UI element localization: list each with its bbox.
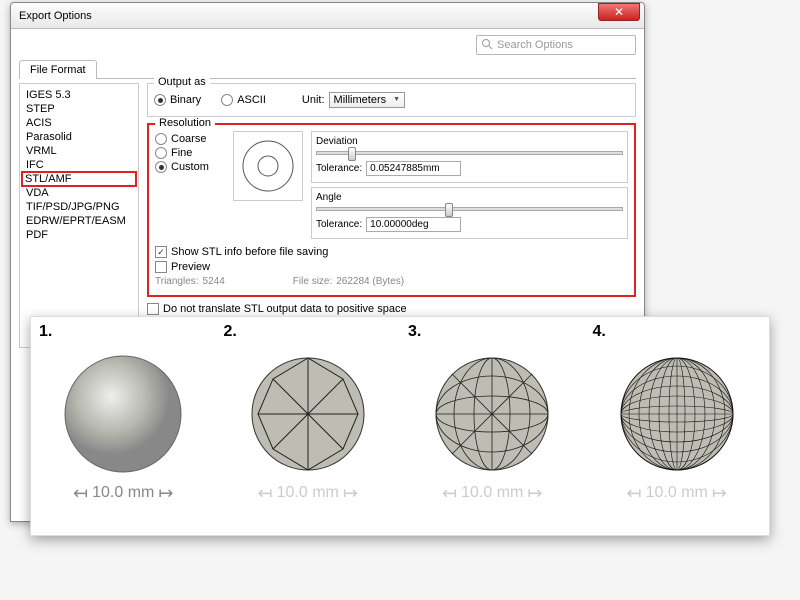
sidebar-item[interactable]: STEP (22, 102, 136, 116)
format-sidebar: IGES 5.3 STEP ACIS Parasolid VRML IFC ST… (19, 83, 139, 348)
radio-custom[interactable] (155, 161, 167, 173)
checkbox-preview-label: Preview (171, 261, 210, 273)
deviation-group: Deviation Tolerance: 0.05247885mm (311, 131, 628, 183)
sphere-number: 3. (408, 323, 421, 341)
sidebar-item[interactable]: IFC (22, 158, 136, 172)
tab-bar: File Format (19, 59, 636, 79)
triangles-value: 5244 (203, 276, 225, 287)
sphere-cell-3: 3. ↤10.0 mm↦ (400, 317, 585, 535)
sidebar-item[interactable]: ACIS (22, 116, 136, 130)
angle-group: Angle Tolerance: 10.00000deg (311, 187, 628, 239)
sphere-coarse-mesh-icon (243, 349, 373, 479)
left-arrow-icon: ↤ (258, 483, 273, 504)
sidebar-item[interactable]: PDF (22, 228, 136, 242)
triangles-label: Triangles: (155, 276, 199, 287)
output-as-group: Output as Binary ASCII Unit: Millimeters (147, 83, 636, 117)
titlebar: Export Options ✕ (11, 3, 644, 29)
radio-binary[interactable] (154, 94, 166, 106)
sphere-cell-1: 1. ↤10.0 mm↦ (31, 317, 216, 535)
radio-ascii[interactable] (221, 94, 233, 106)
checkbox-no-translate-label: Do not translate STL output data to posi… (163, 303, 407, 315)
angle-tolerance-label: Tolerance: (316, 219, 362, 230)
sphere-number: 1. (39, 323, 52, 341)
left-arrow-icon: ↤ (73, 483, 88, 504)
deviation-tolerance-input[interactable]: 0.05247885mm (366, 161, 461, 176)
right-arrow-icon: ↦ (712, 483, 727, 504)
tab-file-format[interactable]: File Format (19, 60, 97, 79)
deviation-tolerance-label: Tolerance: (316, 163, 362, 174)
sphere-cell-2: 2. ↤10.0 mm↦ (216, 317, 401, 535)
dimension: 10.0 mm (646, 484, 708, 502)
resolution-preview (233, 131, 303, 201)
checkbox-preview[interactable] (155, 261, 167, 273)
sidebar-item[interactable]: VRML (22, 144, 136, 158)
deviation-label: Deviation (316, 136, 623, 147)
sphere-number: 4. (593, 323, 606, 341)
sphere-fine-mesh-icon (612, 349, 742, 479)
radio-custom-label: Custom (171, 161, 209, 173)
filesize-value: 262284 (Bytes) (336, 276, 404, 287)
dimension: 10.0 mm (277, 484, 339, 502)
close-icon: ✕ (614, 5, 624, 19)
angle-slider[interactable] (316, 207, 623, 211)
radio-coarse[interactable] (155, 133, 167, 145)
filesize-label: File size: (293, 276, 332, 287)
sidebar-item[interactable]: IGES 5.3 (22, 88, 136, 102)
unit-select[interactable]: Millimeters (329, 92, 406, 108)
sidebar-item[interactable]: VDA (22, 186, 136, 200)
search-input[interactable]: Search Options (476, 35, 636, 55)
search-placeholder: Search Options (497, 39, 573, 51)
radio-fine-label: Fine (171, 147, 192, 159)
radio-ascii-label: ASCII (237, 94, 266, 106)
left-arrow-icon: ↤ (442, 483, 457, 504)
checkbox-no-translate[interactable] (147, 303, 159, 315)
right-arrow-icon: ↦ (343, 483, 358, 504)
resolution-group: Resolution Coarse Fine Custom Deviat (147, 123, 636, 297)
checkbox-show-stl-label: Show STL info before file saving (171, 246, 328, 258)
angle-tolerance-input[interactable]: 10.00000deg (366, 217, 461, 232)
group-title: Output as (154, 76, 210, 88)
right-arrow-icon: ↦ (527, 483, 542, 504)
radio-binary-label: Binary (170, 94, 201, 106)
window-title: Export Options (19, 10, 92, 22)
sphere-med-mesh-icon (427, 349, 557, 479)
sidebar-item[interactable]: EDRW/EPRT/EASM (22, 214, 136, 228)
angle-label: Angle (316, 192, 623, 203)
right-arrow-icon: ↦ (158, 483, 173, 504)
sidebar-item[interactable]: TIF/PSD/JPG/PNG (22, 200, 136, 214)
deviation-slider[interactable] (316, 151, 623, 155)
left-arrow-icon: ↤ (627, 483, 642, 504)
sidebar-item-selected[interactable]: STL/AMF (21, 171, 137, 187)
sphere-cell-4: 4. ↤10.0 mm↦ (585, 317, 770, 535)
sphere-number: 2. (224, 323, 237, 341)
radio-fine[interactable] (155, 147, 167, 159)
dimension: 10.0 mm (92, 484, 154, 502)
close-button[interactable]: ✕ (598, 3, 640, 21)
sphere-examples-strip: 1. ↤10.0 mm↦ 2. ↤10.0 mm↦ 3. (30, 316, 770, 536)
radio-coarse-label: Coarse (171, 133, 206, 145)
sphere-smooth-icon (58, 349, 188, 479)
checkbox-show-stl[interactable] (155, 246, 167, 258)
group-title: Resolution (155, 117, 215, 129)
unit-label: Unit: (302, 94, 325, 106)
sidebar-item[interactable]: Parasolid (22, 130, 136, 144)
search-icon (481, 38, 493, 53)
dimension: 10.0 mm (461, 484, 523, 502)
